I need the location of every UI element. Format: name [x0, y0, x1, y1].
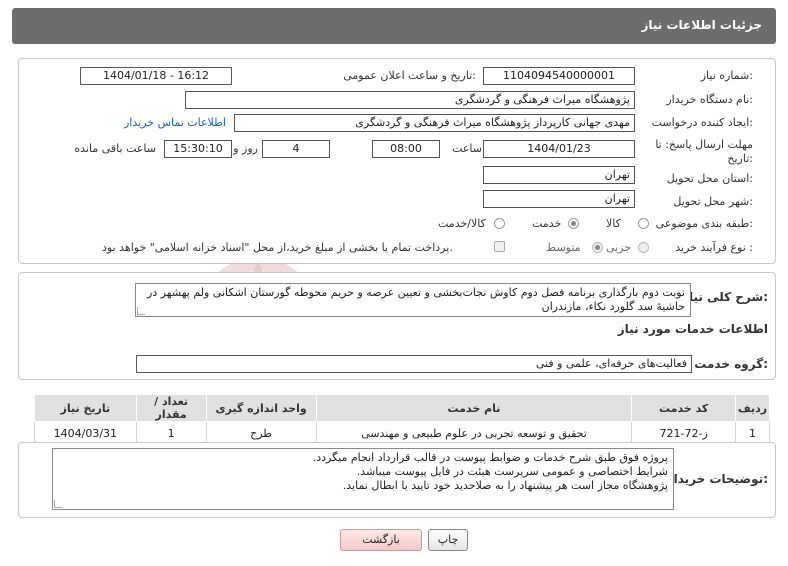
print-button[interactable]: چاپ — [428, 529, 468, 551]
purchase-option-minor: جزیی — [606, 241, 632, 254]
delivery-city-field: تهران — [483, 190, 635, 208]
deadline-date-field: 1404/01/23 — [483, 140, 635, 158]
summary-label: شرح کلی نیاز: — [682, 290, 768, 304]
buyer-note-line: پژوهشگاه مجاز است هر پیشنهاد را به صلاحد… — [342, 479, 668, 492]
purchase-radio-medium[interactable] — [592, 242, 603, 253]
col-header-service-name: نام خدمت — [315, 394, 633, 422]
summary-text: نوبت دوم بارگذاری برنامه فصل دوم کاوش نج… — [147, 286, 685, 313]
purchase-type-label: نوع فرآیند خرید : — [675, 241, 753, 254]
deadline-label-line1: مهلت ارسال پاسخ: تا — [655, 138, 753, 151]
col-header-unit: واحد اندازه گیری — [205, 394, 317, 422]
announce-date-field: 1404/01/18 - 16:12 — [80, 67, 232, 85]
need-number-label: شماره نیاز: — [700, 69, 753, 82]
back-button[interactable]: بازگشت — [340, 529, 422, 551]
category-radio-goods[interactable] — [638, 218, 649, 229]
buyer-contact-link[interactable]: اطلاعات تماس خریدار — [124, 116, 226, 129]
services-table: تاریخ نیاز تعداد / مقدار واحد اندازه گیر… — [34, 394, 770, 446]
delivery-province-label: استان محل تحویل: — [666, 172, 753, 185]
buyer-note-line: پروژه فوق طبق شرح خدمات و ضوابط پیوست در… — [312, 451, 668, 464]
requester-label: ایجاد کننده درخواست: — [651, 116, 753, 129]
service-group-label: گروه خدمت: — [694, 357, 768, 371]
deadline-time-field: 08:00 — [372, 140, 440, 158]
buyer-org-label: نام دستگاه خریدار: — [666, 93, 753, 106]
page-title: جزئیات اطلاعات نیاز — [641, 18, 762, 32]
treasury-note: پرداخت تمام یا بخشی از مبلغ خرید،از محل … — [102, 241, 453, 254]
buyer-org-field: پژوهشگاه میراث فرهنگی و گردشگری — [185, 91, 635, 109]
deadline-time-label: ساعت — [452, 142, 482, 155]
page-header: جزئیات اطلاعات نیاز — [12, 8, 776, 44]
services-section-title: اطلاعات خدمات مورد نیاز — [617, 322, 768, 336]
col-header-row: ردیف — [735, 394, 770, 422]
remaining-time-label: ساعت باقی مانده — [74, 142, 156, 155]
purchase-option-medium: متوسط — [546, 241, 581, 254]
col-header-need-date: تاریخ نیاز — [34, 394, 137, 422]
delivery-province-field: تهران — [483, 166, 635, 184]
resize-grip-icon[interactable] — [137, 307, 145, 315]
need-number-field: 1104094540000001 — [483, 67, 635, 85]
deadline-label-line2: تاریخ: — [727, 152, 753, 165]
buyer-note-line: شرایط اختصاصی و عمومی سرپرست هیئت در فای… — [356, 465, 668, 478]
category-option-goods: کالا — [606, 217, 621, 230]
delivery-city-label: شهر محل تحویل: — [673, 195, 753, 208]
requester-field: مهدی جهانی کارپرداز پژوهشگاه میراث فرهنگ… — [234, 114, 635, 132]
category-radio-goods-service[interactable] — [494, 218, 505, 229]
category-label: طبقه بندی موضوعی: — [655, 217, 753, 230]
deadline-days-label: روز و — [233, 142, 258, 155]
remaining-time-field: 15:30:10 — [164, 140, 232, 158]
treasury-checkbox[interactable] — [494, 241, 505, 252]
buyer-notes-label: توضیحات خریدار: — [666, 472, 768, 486]
col-header-service-code: کد خدمت — [631, 394, 737, 422]
page: جزئیات اطلاعات نیاز شماره نیاز: 11040945… — [0, 0, 788, 566]
category-radio-service[interactable] — [568, 218, 579, 229]
resize-grip-icon[interactable] — [54, 500, 62, 508]
summary-textarea: نوبت دوم بارگذاری برنامه فصل دوم کاوش نج… — [135, 283, 691, 317]
purchase-radio-minor[interactable] — [638, 242, 649, 253]
col-header-quantity: تعداد / مقدار — [135, 394, 207, 422]
announce-date-label: تاریخ و ساعت اعلان عمومی: — [343, 69, 476, 82]
buyer-notes-textarea: پروژه فوق طبق شرح خدمات و ضوابط پیوست در… — [52, 448, 674, 510]
deadline-days-field: 4 — [262, 140, 330, 158]
category-option-service: خدمت — [532, 217, 562, 230]
category-option-goods-service: کالا/خدمت — [438, 217, 486, 230]
service-group-field: فعالیت‌های حرفه‌ای، علمی و فنی — [136, 355, 692, 373]
table-header-row: تاریخ نیاز تعداد / مقدار واحد اندازه گیر… — [34, 394, 770, 422]
need-info-panel — [18, 58, 776, 264]
